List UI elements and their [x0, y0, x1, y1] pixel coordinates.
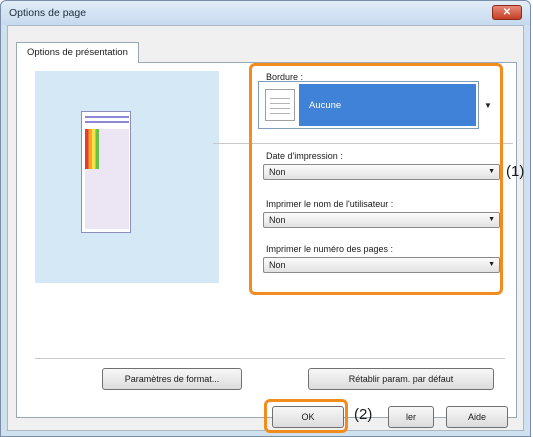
thumb-color-graphic — [85, 129, 99, 169]
window-title: Options de page — [9, 7, 87, 19]
format-params-button[interactable]: Paramètres de format... — [102, 368, 242, 390]
thumb-line — [85, 116, 129, 118]
close-button[interactable]: ✕ — [492, 5, 522, 20]
highlight-ok-button — [264, 399, 348, 433]
callout-2: (2) — [354, 406, 373, 423]
tab-layout-options[interactable]: Options de présentation — [16, 42, 139, 63]
title-bar: Options de page ✕ — [1, 1, 530, 25]
page-thumbnail — [81, 111, 131, 233]
cancel-button[interactable]: ler — [388, 406, 434, 428]
thumb-line — [85, 121, 129, 123]
page-options-dialog: Options de page ✕ Options de présentatio… — [0, 0, 531, 437]
callout-1: (1) — [506, 163, 525, 180]
separator — [35, 358, 505, 359]
page-preview — [35, 71, 219, 283]
help-button[interactable]: Aide — [446, 406, 508, 428]
highlight-settings-group — [249, 63, 503, 295]
restore-defaults-button[interactable]: Rétablir param. par défaut — [308, 368, 494, 390]
close-icon: ✕ — [502, 7, 512, 18]
